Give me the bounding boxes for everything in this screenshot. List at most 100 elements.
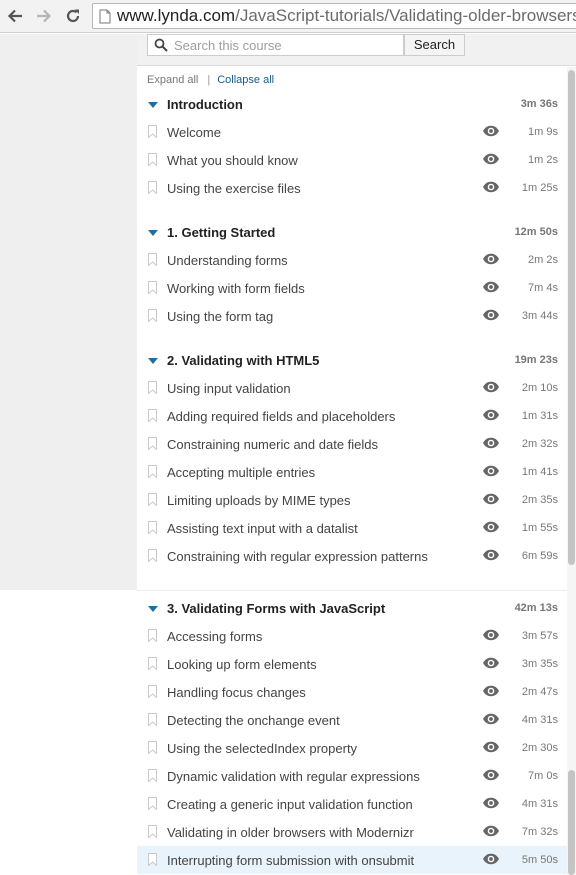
chapter-header[interactable]: 1. Getting Started 12m 50s: [137, 221, 567, 247]
video-row[interactable]: Welcome 1m 9s: [137, 118, 567, 146]
video-row[interactable]: Assisting text input with a datalist 1m 5…: [137, 514, 567, 542]
video-title[interactable]: Using the selectedIndex property: [167, 741, 357, 756]
bookmark-icon[interactable]: [148, 181, 157, 194]
video-title[interactable]: Validating in older browsers with Modern…: [167, 825, 414, 840]
eye-icon: [483, 253, 499, 265]
chapter-title: 3. Validating Forms with JavaScript: [167, 601, 386, 616]
eye-icon: [483, 381, 499, 393]
bookmark-icon[interactable]: [148, 853, 157, 866]
bookmark-icon[interactable]: [148, 685, 157, 698]
bookmark-icon[interactable]: [148, 825, 157, 838]
bookmark-icon[interactable]: [148, 465, 157, 478]
video-title[interactable]: Limiting uploads by MIME types: [167, 493, 351, 508]
back-arrow-icon[interactable]: [5, 6, 25, 26]
chapter-header[interactable]: 2. Validating with HTML5 19m 23s: [137, 349, 567, 375]
video-title[interactable]: Detecting the onchange event: [167, 713, 340, 728]
chapter-duration: 42m 13s: [514, 602, 558, 614]
video-title[interactable]: Accepting multiple entries: [167, 465, 315, 480]
chapter-header[interactable]: 3. Validating Forms with JavaScript 42m 1…: [137, 597, 567, 623]
bookmark-icon[interactable]: [148, 769, 157, 782]
video-row[interactable]: Interrupting form submission with onsubm…: [137, 846, 567, 874]
video-row[interactable]: Dynamic validation with regular expressi…: [137, 762, 567, 790]
video-row[interactable]: Adding required fields and placeholders 1…: [137, 402, 567, 430]
page-icon: [99, 9, 111, 24]
video-title[interactable]: Looking up form elements: [167, 657, 317, 672]
video-title[interactable]: Dynamic validation with regular expressi…: [167, 769, 420, 784]
chevron-down-icon[interactable]: [148, 230, 158, 236]
video-row[interactable]: Using input validation 2m 10s: [137, 374, 567, 402]
video-title[interactable]: Understanding forms: [167, 253, 288, 268]
chapter-header[interactable]: Introduction 3m 36s: [137, 93, 567, 119]
video-title[interactable]: Handling focus changes: [167, 685, 306, 700]
bookmark-icon[interactable]: [148, 253, 157, 266]
bookmark-icon[interactable]: [148, 125, 157, 138]
video-row[interactable]: Accepting multiple entries 1m 41s: [137, 458, 567, 486]
video-row[interactable]: Looking up form elements 3m 35s: [137, 650, 567, 678]
video-title[interactable]: Using the form tag: [167, 309, 273, 324]
eye-icon: [483, 521, 499, 533]
bookmark-icon[interactable]: [148, 409, 157, 422]
bookmark-icon[interactable]: [148, 657, 157, 670]
bookmark-icon[interactable]: [148, 629, 157, 642]
bookmark-icon[interactable]: [148, 741, 157, 754]
eye-icon: [483, 741, 499, 753]
reload-icon[interactable]: [63, 6, 83, 26]
video-row[interactable]: Accessing forms 3m 57s: [137, 622, 567, 650]
chapter-title: 2. Validating with HTML5: [167, 353, 320, 368]
video-title[interactable]: Creating a generic input validation func…: [167, 797, 413, 812]
video-row[interactable]: Detecting the onchange event 4m 31s: [137, 706, 567, 734]
video-row[interactable]: What you should know 1m 2s: [137, 146, 567, 174]
video-title[interactable]: Using input validation: [167, 381, 291, 396]
chevron-down-icon[interactable]: [148, 102, 158, 108]
expand-all-link[interactable]: Expand all: [147, 74, 198, 86]
video-title[interactable]: Adding required fields and placeholders: [167, 409, 395, 424]
video-row[interactable]: Creating a generic input validation func…: [137, 790, 567, 818]
address-bar[interactable]: www.lynda.com/JavaScript-tutorials/Valid…: [92, 3, 576, 29]
scrollbar-thumb-lower[interactable]: [568, 770, 575, 875]
chapter-title: Introduction: [167, 97, 243, 112]
search-button[interactable]: Search: [404, 34, 465, 56]
video-title[interactable]: Accessing forms: [167, 629, 262, 644]
video-title[interactable]: Constraining with regular expression pat…: [167, 549, 428, 564]
video-duration: 7m 32s: [521, 826, 558, 838]
video-title[interactable]: Welcome: [167, 125, 221, 140]
video-title[interactable]: Assisting text input with a datalist: [167, 521, 358, 536]
bookmark-icon[interactable]: [148, 797, 157, 810]
url-path: /JavaScript-tutorials/Validating-older-b…: [235, 6, 576, 25]
search-input[interactable]: [174, 36, 400, 54]
bookmark-icon[interactable]: [148, 549, 157, 562]
forward-arrow-icon[interactable]: [34, 6, 54, 26]
video-row[interactable]: Limiting uploads by MIME types 2m 35s: [137, 486, 567, 514]
video-title[interactable]: What you should know: [167, 153, 298, 168]
browser-toolbar: www.lynda.com/JavaScript-tutorials/Valid…: [0, 0, 576, 33]
video-title[interactable]: Working with form fields: [167, 281, 305, 296]
eye-icon: [483, 629, 499, 641]
collapse-all-link[interactable]: Collapse all: [217, 74, 274, 86]
bookmark-icon[interactable]: [148, 713, 157, 726]
video-title[interactable]: Constraining numeric and date fields: [167, 437, 378, 452]
bookmark-icon[interactable]: [148, 309, 157, 322]
bookmark-icon[interactable]: [148, 381, 157, 394]
bookmark-icon[interactable]: [148, 281, 157, 294]
video-title[interactable]: Using the exercise files: [167, 181, 301, 196]
video-row[interactable]: Handling focus changes 2m 47s: [137, 678, 567, 706]
video-row[interactable]: Using the form tag 3m 44s: [137, 302, 567, 330]
bookmark-icon[interactable]: [148, 153, 157, 166]
chevron-down-icon[interactable]: [148, 606, 158, 612]
video-row[interactable]: Using the selectedIndex property 2m 30s: [137, 734, 567, 762]
bookmark-icon[interactable]: [148, 437, 157, 450]
video-row[interactable]: Understanding forms 2m 2s: [137, 246, 567, 274]
video-row[interactable]: Constraining with regular expression pat…: [137, 542, 567, 570]
video-row[interactable]: Constraining numeric and date fields 2m 3…: [137, 430, 567, 458]
video-duration: 2m 30s: [521, 742, 558, 754]
video-title[interactable]: Interrupting form submission with onsubm…: [167, 853, 414, 868]
video-row[interactable]: Working with form fields 7m 4s: [137, 274, 567, 302]
bookmark-icon[interactable]: [148, 521, 157, 534]
video-duration: 1m 41s: [521, 466, 558, 478]
search-field[interactable]: [147, 34, 404, 56]
bookmark-icon[interactable]: [148, 493, 157, 506]
scrollbar-thumb[interactable]: [568, 70, 575, 565]
video-row[interactable]: Validating in older browsers with Modern…: [137, 818, 567, 846]
chevron-down-icon[interactable]: [148, 358, 158, 364]
video-row[interactable]: Using the exercise files 1m 25s: [137, 174, 567, 202]
